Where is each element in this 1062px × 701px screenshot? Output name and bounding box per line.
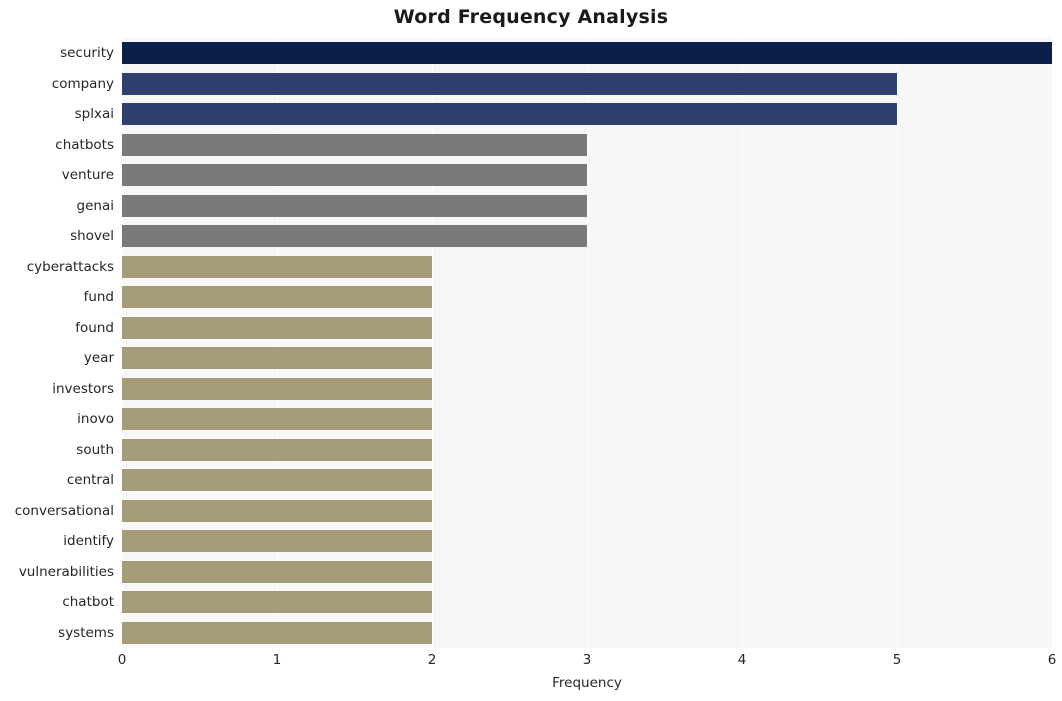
y-axis-tick-label: security (60, 45, 114, 61)
bar (122, 378, 432, 400)
bar (122, 286, 432, 308)
bar (122, 256, 432, 278)
y-axis-tick-labels: security company splxai chatbots venture gena… (0, 38, 114, 648)
bar (122, 591, 432, 613)
chart-title: Word Frequency Analysis (393, 6, 669, 28)
x-axis-tick-label: 4 (737, 652, 747, 668)
x-axis-tick-label: 2 (427, 652, 437, 668)
y-axis-tick-label: chatbots (55, 137, 114, 153)
y-axis-tick-label: central (66, 472, 114, 488)
y-axis-tick-label: venture (61, 167, 114, 183)
word-frequency-chart: Word Frequency Analysis security company s… (0, 0, 1062, 701)
y-axis-tick-label: conversational (14, 503, 114, 519)
y-axis-tick-label: south (76, 442, 114, 458)
bar (122, 195, 587, 217)
y-axis-tick-label: year (83, 350, 114, 366)
bar (122, 622, 432, 644)
x-axis-tick-label: 5 (892, 652, 902, 668)
bar (122, 439, 432, 461)
gridline (1052, 38, 1053, 648)
y-axis-tick-label: identify (63, 533, 114, 549)
y-axis-tick-label: fund (83, 289, 114, 305)
y-axis-tick-label: found (75, 320, 114, 336)
bar (122, 73, 897, 95)
y-axis-tick-label: investors (52, 381, 114, 397)
y-axis-tick-label: shovel (70, 228, 114, 244)
x-axis-tick-label: 6 (1047, 652, 1057, 668)
bar (122, 164, 587, 186)
bars-group (122, 38, 1052, 648)
bar (122, 347, 432, 369)
y-axis-tick-label: genai (76, 198, 114, 214)
x-axis-tick-label: 0 (117, 652, 127, 668)
bar (122, 225, 587, 247)
bar (122, 42, 1052, 64)
bar (122, 469, 432, 491)
y-axis-tick-label: splxai (74, 106, 114, 122)
bar (122, 561, 432, 583)
bar (122, 500, 432, 522)
bar (122, 317, 432, 339)
bar (122, 530, 432, 552)
y-axis-tick-label: inovo (77, 411, 114, 427)
y-axis-tick-label: cyberattacks (26, 259, 114, 275)
y-axis-tick-label: chatbot (62, 594, 114, 610)
bar (122, 408, 432, 430)
x-axis-tick-labels: 0 1 2 3 4 5 6 (118, 652, 1057, 672)
y-axis-tick-label: systems (58, 625, 114, 641)
x-axis-tick-label: 1 (272, 652, 282, 668)
bar (122, 103, 897, 125)
y-axis-tick-label: vulnerabilities (18, 564, 114, 580)
x-axis-title: Frequency (552, 675, 622, 691)
y-axis-tick-label: company (51, 76, 114, 92)
plot-area (122, 38, 1053, 648)
x-axis-tick-label: 3 (582, 652, 592, 668)
bar (122, 134, 587, 156)
